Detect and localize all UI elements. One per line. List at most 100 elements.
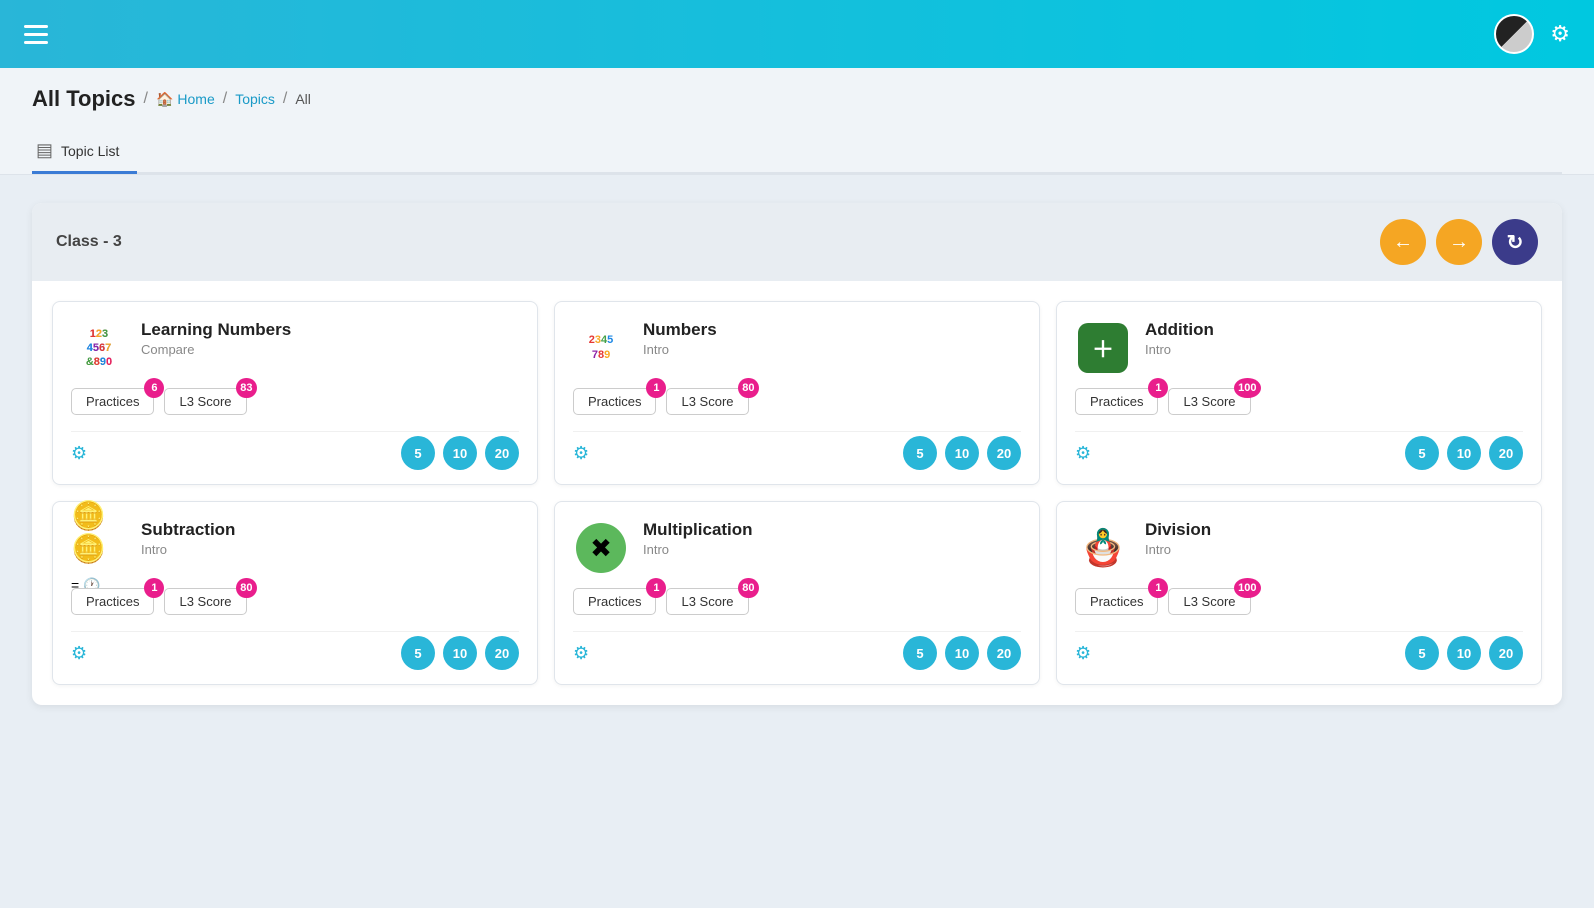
l3score-badge-wrap: L3 Score 80 (164, 588, 246, 615)
bc-sep-1: / (144, 90, 148, 108)
card-bottom: ⚙ 5 10 20 (573, 631, 1021, 670)
round-btn-10[interactable]: 10 (443, 636, 477, 670)
topic-top: 🪙🪙= 🕐 Subtraction Intro (71, 520, 519, 576)
main-content: Class - 3 ← → ↻ 123 4567 &890 (0, 175, 1594, 733)
round-btn-5[interactable]: 5 (1405, 636, 1439, 670)
card-bottom: ⚙ 5 10 20 (71, 431, 519, 470)
menu-button[interactable] (24, 25, 48, 44)
card-bottom: ⚙ 5 10 20 (71, 631, 519, 670)
practices-button[interactable]: Practices (573, 588, 656, 615)
round-btn-20[interactable]: 20 (987, 636, 1021, 670)
topic-sub: Intro (643, 342, 1021, 357)
round-btn-20[interactable]: 20 (1489, 436, 1523, 470)
round-btn-5[interactable]: 5 (903, 636, 937, 670)
card-bottom: ⚙ 5 10 20 (573, 431, 1021, 470)
tabs-row: ▤ Topic List (32, 130, 1562, 174)
topic-icon-multiplication: ✖ (573, 520, 629, 576)
header-right: ⚙ (1494, 14, 1570, 54)
topic-info: Addition Intro (1145, 320, 1523, 357)
round-btn-10[interactable]: 10 (1447, 436, 1481, 470)
bc-topics-link[interactable]: Topics (235, 91, 275, 107)
practices-button[interactable]: Practices (71, 388, 154, 415)
practices-badge-wrap: Practices 1 (1075, 388, 1158, 415)
round-btn-20[interactable]: 20 (1489, 636, 1523, 670)
l3score-button[interactable]: L3 Score (666, 388, 748, 415)
practices-badge-wrap: Practices 1 (71, 588, 154, 615)
card-gear-icon[interactable]: ⚙ (1075, 643, 1091, 664)
round-btn-5[interactable]: 5 (401, 436, 435, 470)
practices-badge-wrap: Practices 6 (71, 388, 154, 415)
topic-top: 123 4567 &890 Learning Numbers Compare (71, 320, 519, 376)
topic-sub: Intro (643, 542, 1021, 557)
practices-button[interactable]: Practices (1075, 388, 1158, 415)
round-btn-5[interactable]: 5 (903, 436, 937, 470)
bc-home-link[interactable]: 🏠 Home (156, 91, 215, 108)
badges-row: Practices 1 L3 Score 100 (1075, 588, 1523, 615)
topic-card-multiplication: ✖ Multiplication Intro Practices 1 L3 Sc… (554, 501, 1040, 685)
card-gear-icon[interactable]: ⚙ (573, 643, 589, 664)
topic-sub: Intro (1145, 542, 1523, 557)
badges-row: Practices 1 L3 Score 100 (1075, 388, 1523, 415)
section-card: Class - 3 ← → ↻ 123 4567 &890 (32, 203, 1562, 705)
topic-info: Subtraction Intro (141, 520, 519, 557)
class-label: Class - 3 (56, 233, 122, 251)
topic-top: ＋ Addition Intro (1075, 320, 1523, 376)
badges-row: Practices 1 L3 Score 80 (573, 388, 1021, 415)
bc-current: All (295, 91, 311, 107)
l3score-badge-wrap: L3 Score 100 (1168, 388, 1250, 415)
badges-row: Practices 1 L3 Score 80 (573, 588, 1021, 615)
practices-badge-wrap: Practices 1 (1075, 588, 1158, 615)
round-btn-20[interactable]: 20 (485, 636, 519, 670)
l3score-count: 100 (1234, 378, 1260, 398)
round-btn-5[interactable]: 5 (1405, 436, 1439, 470)
practices-button[interactable]: Practices (1075, 588, 1158, 615)
home-icon: 🏠 (156, 91, 173, 108)
section-header: Class - 3 ← → ↻ (32, 203, 1562, 281)
page-title: All Topics (32, 86, 136, 112)
topic-sub: Intro (141, 542, 519, 557)
bc-sep-2: / (223, 90, 227, 108)
avatar[interactable] (1494, 14, 1534, 54)
round-btn-20[interactable]: 20 (485, 436, 519, 470)
l3score-badge-wrap: L3 Score 80 (666, 588, 748, 615)
topic-card-division: 🪆 Division Intro Practices 1 L3 Score 10… (1056, 501, 1542, 685)
card-gear-icon[interactable]: ⚙ (573, 443, 589, 464)
l3score-badge-wrap: L3 Score 83 (164, 388, 246, 415)
round-btn-10[interactable]: 10 (1447, 636, 1481, 670)
topic-top: 🪆 Division Intro (1075, 520, 1523, 576)
topic-card-learning-numbers: 123 4567 &890 Learning Numbers Compare P… (52, 301, 538, 485)
topic-card-subtraction: 🪙🪙= 🕐 Subtraction Intro Practices 1 L3 S… (52, 501, 538, 685)
l3score-badge-wrap: L3 Score 80 (666, 388, 748, 415)
round-btn-20[interactable]: 20 (987, 436, 1021, 470)
round-btns: 5 10 20 (903, 436, 1021, 470)
l3score-button[interactable]: L3 Score (164, 588, 246, 615)
topic-name: Learning Numbers (141, 320, 519, 340)
topic-info: Division Intro (1145, 520, 1523, 557)
round-btn-10[interactable]: 10 (945, 436, 979, 470)
next-button[interactable]: → (1436, 219, 1482, 265)
practices-count: 1 (646, 378, 666, 398)
l3score-button[interactable]: L3 Score (164, 388, 246, 415)
badges-row: Practices 6 L3 Score 83 (71, 388, 519, 415)
round-btn-5[interactable]: 5 (401, 636, 435, 670)
round-btns: 5 10 20 (903, 636, 1021, 670)
card-bottom: ⚙ 5 10 20 (1075, 631, 1523, 670)
card-gear-icon[interactable]: ⚙ (71, 643, 87, 664)
topic-top: 2345 789 Numbers Intro (573, 320, 1021, 376)
tab-topic-list[interactable]: ▤ Topic List (32, 130, 137, 174)
round-btn-10[interactable]: 10 (945, 636, 979, 670)
round-btn-10[interactable]: 10 (443, 436, 477, 470)
topic-name: Multiplication (643, 520, 1021, 540)
card-gear-icon[interactable]: ⚙ (1075, 443, 1091, 464)
l3score-button[interactable]: L3 Score (666, 588, 748, 615)
l3score-badge-wrap: L3 Score 100 (1168, 588, 1250, 615)
bc-sep-3: / (283, 90, 287, 108)
settings-icon[interactable]: ⚙ (1550, 21, 1570, 47)
refresh-button[interactable]: ↻ (1492, 219, 1538, 265)
nav-buttons: ← → ↻ (1380, 219, 1538, 265)
prev-button[interactable]: ← (1380, 219, 1426, 265)
practices-button[interactable]: Practices (71, 588, 154, 615)
topic-icon-learning-numbers: 123 4567 &890 (71, 320, 127, 376)
practices-button[interactable]: Practices (573, 388, 656, 415)
card-gear-icon[interactable]: ⚙ (71, 443, 87, 464)
